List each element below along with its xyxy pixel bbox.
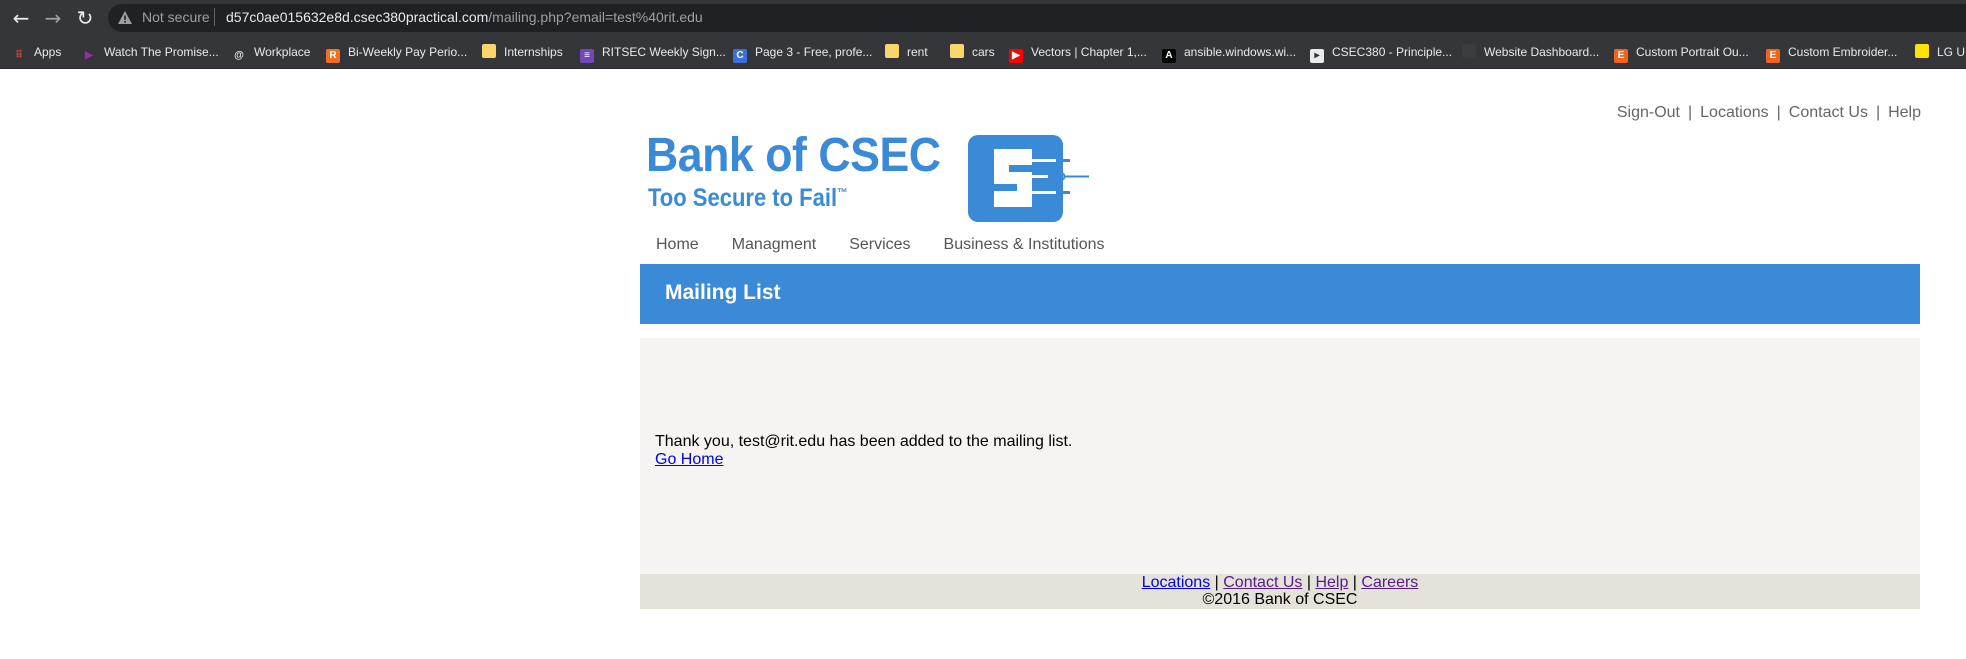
footer: Locations | Contact Us | Help | Careers … xyxy=(640,574,1920,609)
bookmark-label: cars xyxy=(972,45,995,59)
bookmark-item[interactable]: Internships xyxy=(482,36,563,68)
tag-icon xyxy=(1915,44,1929,58)
sign-out-link[interactable]: Sign-Out xyxy=(1617,104,1680,121)
bookmark-item[interactable]: ▶ Vectors | Chapter 1,... xyxy=(1009,36,1147,68)
content-panel: Thank you, test@rit.edu has been added t… xyxy=(640,338,1920,574)
bookmark-label: Vectors | Chapter 1,... xyxy=(1031,45,1147,59)
confirmation-message: Thank you, test@rit.edu has been added t… xyxy=(655,433,1073,450)
apps-grid-icon: ⠿ xyxy=(15,50,23,61)
nav-managment[interactable]: Managment xyxy=(732,236,817,253)
rit-icon: R xyxy=(326,49,340,63)
bookmark-label: Custom Embroider... xyxy=(1788,45,1898,59)
ansible-icon: A xyxy=(1162,49,1176,63)
bookmark-item[interactable]: LG U xyxy=(1915,36,1965,68)
bookmarks-bar: ⠿ Apps ▶ Watch The Promise... @ Workplace R Bi-… xyxy=(0,36,1966,69)
youtube-icon: ▶ xyxy=(1009,49,1023,63)
contact-us-link[interactable]: Contact Us xyxy=(1789,104,1868,121)
back-arrow-icon[interactable]: ← xyxy=(9,6,33,30)
form-icon: ≡ xyxy=(580,49,594,63)
bookmark-label: ansible.windows.wi... xyxy=(1184,45,1297,59)
bookmark-label: LG U xyxy=(1937,45,1966,59)
etsy-icon: E xyxy=(1766,49,1780,63)
slides-icon: ▸ xyxy=(1310,49,1324,63)
footer-contact-us-link[interactable]: Contact Us xyxy=(1223,574,1302,591)
folder-icon xyxy=(885,44,899,58)
copyright: ©2016 Bank of CSEC xyxy=(1202,591,1358,608)
bookmark-label: Custom Portrait Ou... xyxy=(1636,45,1749,59)
footer-locations-link[interactable]: Locations xyxy=(1142,574,1211,591)
at-icon: @ xyxy=(234,50,244,61)
separator: | xyxy=(1776,104,1781,121)
url-path: /mailing.php?email=test%40rit.edu xyxy=(488,9,703,25)
bookmark-label: Watch The Promise... xyxy=(104,45,219,59)
bookmark-item[interactable]: ≡ RITSEC Weekly Sign... xyxy=(580,36,726,68)
tagline: Too Secure to Fail™ xyxy=(648,184,848,213)
bookmark-item[interactable]: Aansible.windows.wi... xyxy=(1162,36,1296,68)
warning-icon[interactable] xyxy=(117,10,133,26)
footer-links: Locations | Contact Us | Help | Careers xyxy=(1141,574,1419,591)
bookmark-item[interactable]: ⠿ Apps xyxy=(12,36,61,68)
bookmark-item[interactable]: ▶ Watch The Promise... xyxy=(82,36,219,68)
url-text[interactable]: d57c0ae015632e8d.csec380practical.com/ma… xyxy=(226,9,703,25)
bookmark-label: Bi-Weekly Pay Perio... xyxy=(348,45,468,59)
etsy-icon: E xyxy=(1614,49,1628,63)
bookmark-item[interactable]: Website Dashboard... xyxy=(1462,36,1599,68)
security-label[interactable]: Not secure xyxy=(142,9,210,25)
separator: | xyxy=(1875,104,1881,121)
address-divider xyxy=(214,8,215,26)
bookmark-label: RITSEC Weekly Sign... xyxy=(602,45,726,59)
bookmark-label: Workplace xyxy=(254,45,311,59)
locations-link[interactable]: Locations xyxy=(1700,104,1769,121)
bookmark-label: Apps xyxy=(34,45,62,59)
bookmark-item[interactable]: R Bi-Weekly Pay Perio... xyxy=(326,36,467,68)
reload-icon[interactable]: ↻ xyxy=(73,6,97,30)
go-home-link[interactable]: Go Home xyxy=(655,451,723,469)
browser-toolbar: ← → ↻ Not secure d57c0ae015632e8d.csec38… xyxy=(0,0,1966,36)
utility-links: Sign-Out | Locations | Contact Us | Help xyxy=(1617,104,1921,122)
bookmark-label: Page 3 - Free, profe... xyxy=(755,45,873,59)
bookmark-label: CSEC380 - Principle... xyxy=(1332,45,1453,59)
bookmark-label: rent xyxy=(907,45,928,59)
footer-help-link[interactable]: Help xyxy=(1315,574,1348,591)
bookmark-item[interactable]: rent xyxy=(885,36,928,68)
main-nav: Home Managment Services Business & Institut… xyxy=(656,236,1138,254)
bookmark-item[interactable]: ▸ CSEC380 - Principle... xyxy=(1310,36,1452,68)
bookmark-label: Website Dashboard... xyxy=(1484,45,1600,59)
nav-services[interactable]: Services xyxy=(849,236,910,253)
footer-careers-link[interactable]: Careers xyxy=(1361,574,1418,591)
bank-logo-icon xyxy=(968,135,1089,222)
bookmark-item[interactable]: C Page 3 - Free, profe... xyxy=(733,36,872,68)
play-icon: ▶ xyxy=(85,50,93,61)
folder-icon xyxy=(950,44,964,58)
forward-arrow-icon[interactable]: → xyxy=(41,6,65,30)
bookmark-item[interactable]: @ Workplace xyxy=(232,36,310,68)
bank-name: Bank of CSEC xyxy=(646,129,941,182)
trademark-symbol: ™ xyxy=(837,185,848,200)
nav-business-institutions[interactable]: Business & Institutions xyxy=(944,236,1105,253)
page-title: Mailing List xyxy=(665,281,781,304)
bookmark-item[interactable]: E Custom Portrait Ou... xyxy=(1614,36,1749,68)
folder-icon xyxy=(482,44,496,58)
nav-home[interactable]: Home xyxy=(656,236,699,253)
title-banner: Mailing List xyxy=(640,264,1920,324)
bookmark-item[interactable]: E Custom Embroider... xyxy=(1766,36,1897,68)
blank-icon xyxy=(1462,44,1476,58)
bookmark-label: Internships xyxy=(504,45,563,59)
tagline-text: Too Secure to Fail xyxy=(648,184,838,212)
help-link[interactable]: Help xyxy=(1888,104,1921,121)
url-host: d57c0ae015632e8d.csec380practical.com xyxy=(226,9,489,25)
separator: | xyxy=(1687,104,1693,121)
bookmark-item[interactable]: cars xyxy=(950,36,995,68)
c-icon: C xyxy=(733,49,747,63)
